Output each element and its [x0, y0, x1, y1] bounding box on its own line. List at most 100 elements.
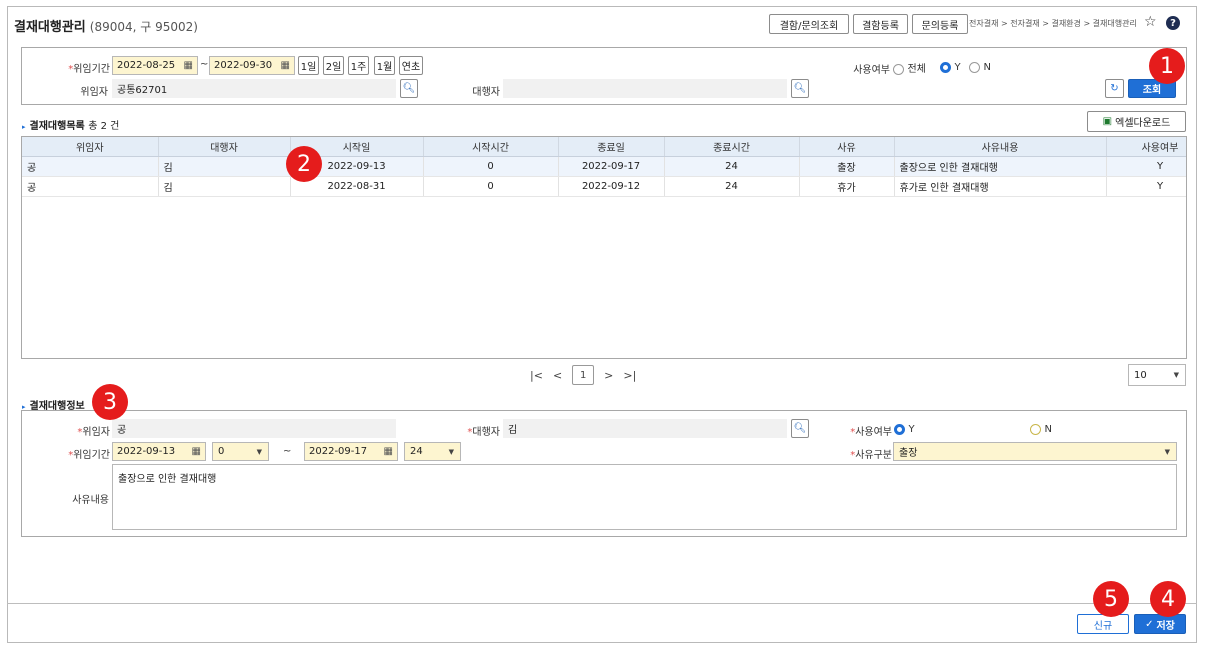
detail-hour-from-select[interactable]: 0 ▼	[212, 442, 269, 461]
list-grid: 위임자 대행자 시작일 시작시간 종료일 종료시간 사유 사유내용 사용여부 공…	[21, 136, 1187, 359]
search-tilde: ~	[200, 59, 209, 70]
detail-delegator-label: *위임자	[77, 427, 110, 438]
new-button[interactable]: 신규	[1077, 614, 1129, 634]
last-page-button[interactable]: >|	[623, 369, 636, 382]
save-button[interactable]: ✓ 저장	[1134, 614, 1186, 634]
search-delegator-search-icon[interactable]: 🔍︎	[400, 79, 418, 98]
detail-date-from-input[interactable]: 2022-09-13 ▦	[112, 442, 206, 461]
excel-icon: ▣	[1102, 116, 1113, 127]
cell-reason-detail: 출장으로 인한 결재대행	[894, 156, 1107, 177]
check-icon: ✓	[1145, 618, 1154, 630]
quick-1day-button[interactable]: 1일	[298, 56, 319, 75]
search-period-label: *위임기간	[68, 64, 110, 75]
cell-use: Y	[1106, 176, 1186, 197]
cell-start-time: 0	[423, 156, 559, 177]
detail-proxy-label: *대행자	[467, 427, 500, 438]
cell-proxy: 김	[158, 176, 291, 197]
col-reason[interactable]: 사유	[799, 137, 895, 157]
annotation-marker-2: 2	[286, 146, 322, 182]
detail-proxy-input[interactable]: 김	[503, 419, 787, 438]
cell-delegator: 공	[22, 156, 159, 177]
cell-end-time: 24	[664, 156, 800, 177]
page-number-button[interactable]: 1	[572, 365, 595, 385]
chevron-down-icon: ▼	[1173, 371, 1179, 379]
search-date-from-input[interactable]: 2022-08-25 ▦	[112, 56, 198, 75]
inquiry-register-button[interactable]: 문의등록	[912, 14, 968, 34]
chevron-down-icon: ▼	[448, 447, 454, 456]
calendar-icon[interactable]: ▦	[384, 446, 397, 457]
detail-use-n-radio[interactable]: N	[1030, 422, 1052, 435]
search-use-y-radio[interactable]: Y	[940, 60, 961, 73]
chevron-down-icon: ▼	[1164, 447, 1170, 456]
page-size-select[interactable]: 10 ▼	[1128, 364, 1186, 386]
col-use[interactable]: 사용여부	[1106, 137, 1186, 157]
search-proxy-input[interactable]	[503, 79, 787, 98]
cell-proxy: 김	[158, 156, 291, 177]
detail-tilde: ~	[283, 446, 292, 457]
first-page-button[interactable]: |<	[530, 369, 543, 382]
list-count: 총 2 건	[88, 121, 120, 132]
annotation-marker-4: 4	[1150, 581, 1186, 617]
breadcrumb: 전자결재 > 전자결재 > 결재환경 > 결재대행관리	[969, 19, 1137, 28]
cell-end-date: 2022-09-12	[558, 176, 665, 197]
col-end-date[interactable]: 종료일	[558, 137, 665, 157]
calendar-icon[interactable]: ▦	[281, 60, 294, 71]
col-end-time[interactable]: 종료시간	[664, 137, 800, 157]
help-icon[interactable]: ?	[1166, 16, 1180, 30]
chevron-down-icon: ▼	[256, 447, 262, 456]
list-table: 위임자 대행자 시작일 시작시간 종료일 종료시간 사유 사유내용 사용여부 공…	[22, 137, 1186, 197]
search-use-all-radio[interactable]: 전체	[893, 60, 926, 75]
table-row[interactable]: 공 김 2022-08-31 0 2022-09-12 24 휴가 휴가로 인한…	[22, 176, 1186, 197]
calendar-icon[interactable]: ▦	[192, 446, 205, 457]
reset-icon[interactable]: ↻	[1105, 79, 1124, 98]
col-proxy[interactable]: 대행자	[158, 137, 291, 157]
table-row[interactable]: 공 김 2022-09-13 0 2022-09-17 24 출장 출장으로 인…	[22, 156, 1186, 177]
defect-register-button[interactable]: 결함등록	[853, 14, 908, 34]
quick-2day-button[interactable]: 2일	[323, 56, 344, 75]
pagination: |< < 1 > >|	[530, 365, 636, 385]
cell-reason-detail: 휴가로 인한 결재대행	[894, 176, 1107, 197]
search-date-to-input[interactable]: 2022-09-30 ▦	[209, 56, 295, 75]
cell-use: Y	[1106, 156, 1186, 177]
annotation-marker-3: 3	[92, 384, 128, 420]
detail-date-to-input[interactable]: 2022-09-17 ▦	[304, 442, 398, 461]
detail-reason-type-label: *사유구분	[850, 450, 892, 461]
search-use-n-radio[interactable]: N	[969, 60, 991, 73]
footer-divider	[7, 603, 1197, 604]
detail-delegator-input[interactable]: 공	[112, 419, 396, 438]
quick-year-start-button[interactable]: 연초	[399, 56, 423, 75]
col-start-time[interactable]: 시작시간	[423, 137, 559, 157]
col-reason-detail[interactable]: 사유내용	[894, 137, 1107, 157]
detail-reason-label: 사유내용	[72, 495, 109, 506]
detail-use-label: *사용여부	[850, 427, 892, 438]
page-title-text: 결재대행관리	[14, 20, 86, 35]
cell-end-date: 2022-09-17	[558, 156, 665, 177]
search-delegator-label: 위임자	[80, 87, 108, 98]
defect-inquiry-button[interactable]: 결함/문의조회	[769, 14, 849, 34]
detail-reason-type-select[interactable]: 출장 ▼	[893, 442, 1177, 461]
detail-use-y-radio[interactable]: Y	[894, 422, 915, 435]
list-header-row: 위임자 대행자 시작일 시작시간 종료일 종료시간 사유 사유내용 사용여부	[22, 137, 1186, 157]
quick-1week-button[interactable]: 1주	[348, 56, 369, 75]
search-delegator-input[interactable]: 공통62701	[112, 79, 396, 98]
cell-reason: 휴가	[799, 176, 895, 197]
search-use-label: 사용여부	[853, 65, 890, 76]
favorite-star-icon[interactable]: ☆	[1144, 14, 1157, 30]
list-section-title: ▸ 결재대행목록 총 2 건	[22, 121, 120, 132]
detail-proxy-search-icon[interactable]: 🔍︎	[791, 419, 809, 438]
cell-end-time: 24	[664, 176, 800, 197]
detail-reason-textarea[interactable]: 출장으로 인한 결재대행	[112, 464, 1177, 530]
page-subtitle: (89004, 구 95002)	[89, 20, 198, 34]
prev-page-button[interactable]: <	[553, 369, 562, 382]
annotation-marker-1: 1	[1149, 48, 1185, 84]
search-proxy-search-icon[interactable]: 🔍︎	[791, 79, 809, 98]
annotation-marker-5: 5	[1093, 581, 1129, 617]
col-delegator[interactable]: 위임자	[22, 137, 159, 157]
next-page-button[interactable]: >	[604, 369, 613, 382]
cell-reason: 출장	[799, 156, 895, 177]
quick-1month-button[interactable]: 1월	[374, 56, 395, 75]
calendar-icon[interactable]: ▦	[184, 60, 197, 71]
detail-period-label: *위임기간	[68, 450, 110, 461]
excel-download-button[interactable]: ▣ 엑셀다운로드	[1087, 111, 1186, 132]
detail-hour-to-select[interactable]: 24 ▼	[404, 442, 461, 461]
